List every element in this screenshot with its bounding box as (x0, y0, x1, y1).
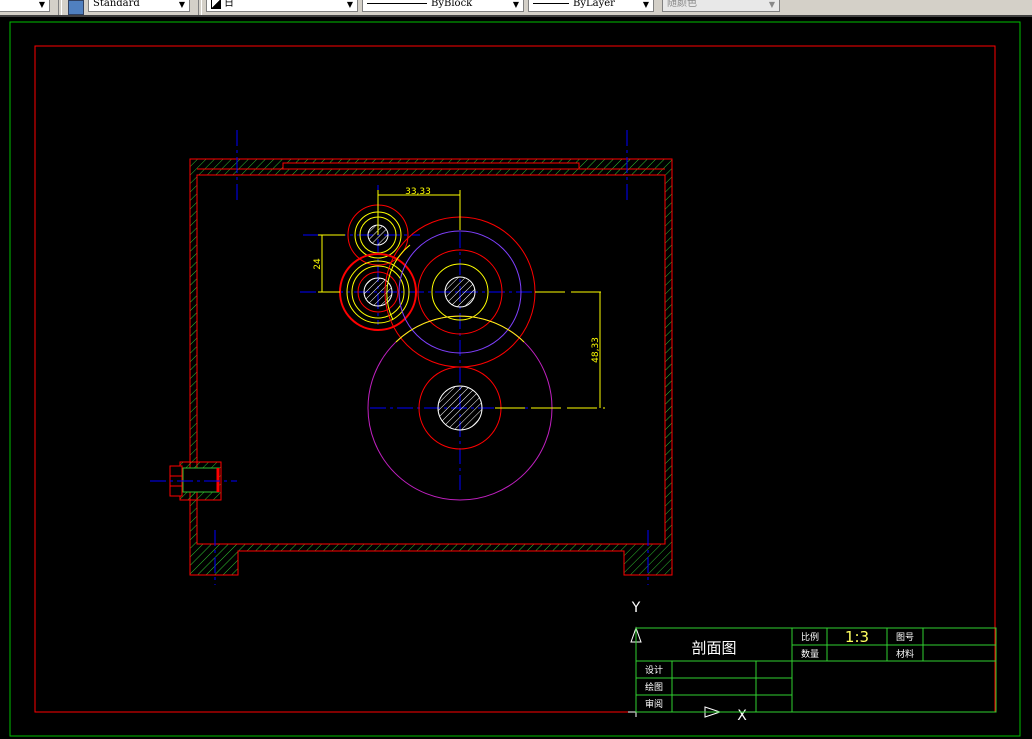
drawing-frame (34, 45, 996, 713)
chevron-down-icon: ▼ (642, 0, 649, 9)
color-select[interactable]: 随颜色 ▼ (662, 0, 780, 12)
ucs-x-label: X (737, 708, 747, 724)
toolbar-separator (58, 0, 62, 15)
chevron-down-icon: ▼ (512, 0, 519, 9)
left-combo[interactable]: ▼ (0, 0, 50, 12)
gearbox-housing (169, 158, 673, 576)
lineweight-select[interactable]: ByLayer ▼ (528, 0, 654, 12)
title-text: 剖面图 (691, 639, 736, 657)
toolbar-separator (198, 0, 202, 15)
text-style-icon[interactable] (68, 0, 84, 15)
dimension-24: 24 (313, 258, 323, 270)
design-label: 设计 (645, 664, 663, 676)
line-preview (533, 3, 569, 4)
drafting-label: 绘图 (645, 681, 663, 693)
scale-label: 比例 (801, 631, 819, 643)
drawing-no-label: 图号 (896, 632, 914, 643)
layer-state-icon (211, 0, 221, 9)
dimension-48-33: 48,33 (591, 337, 601, 363)
linetype-select[interactable]: ByBlock ▼ (362, 0, 524, 12)
ucs-y-label: Y (631, 600, 641, 616)
properties-toolbar: ▼ Standard ▼ 日 ▼ ByBlock ▼ ByLayer ▼ 随颜色 ▼ (0, 0, 1032, 17)
line-preview (367, 3, 427, 4)
quantity-label: 数量 (801, 648, 819, 660)
review-label: 审阅 (645, 698, 663, 710)
chevron-down-icon: ▼ (346, 0, 353, 9)
text-style-select[interactable]: Standard ▼ (88, 0, 190, 12)
layer-select[interactable]: 日 ▼ (206, 0, 358, 12)
chevron-down-icon: ▼ (178, 0, 185, 9)
scale-value: 1:3 (845, 628, 869, 646)
drawing-canvas[interactable]: 33,33 24 48,33 Y X 剖面图 比例 1:3 图号 数量 材料 设… (0, 17, 1032, 739)
centerlines (150, 130, 649, 585)
dimension-33-33: 33,33 (405, 187, 431, 197)
material-label: 材料 (896, 648, 914, 660)
chevron-down-icon: ▼ (38, 0, 45, 9)
chevron-down-icon: ▼ (768, 0, 775, 9)
